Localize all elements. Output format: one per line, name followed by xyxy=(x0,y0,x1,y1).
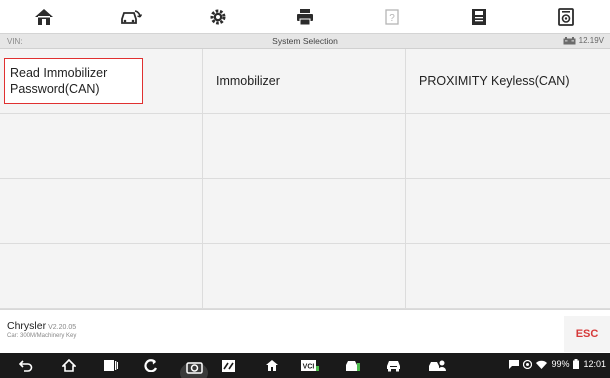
vehicle-swap-icon xyxy=(120,9,142,24)
device-battery-icon xyxy=(573,359,580,369)
remote-expert-button[interactable] xyxy=(428,357,446,374)
vci-status-button[interactable]: VCI xyxy=(301,357,319,374)
empty-cell xyxy=(203,244,406,309)
system-item-label: Immobilizer xyxy=(216,74,280,88)
print-icon xyxy=(296,8,313,25)
system-item-immobilizer[interactable]: Immobilizer xyxy=(203,49,406,114)
recent-apps-icon xyxy=(104,360,118,371)
vci-status-icon: VCI xyxy=(301,360,319,371)
software-version: V2.20.05 xyxy=(48,324,77,331)
esc-button[interactable]: ESC xyxy=(564,316,610,352)
data-logging-icon xyxy=(558,7,575,26)
battery-icon xyxy=(563,36,576,44)
home-shortcut-icon xyxy=(266,360,278,371)
save-icon xyxy=(472,8,487,25)
vehicle-icon xyxy=(387,360,400,371)
vci-button[interactable] xyxy=(222,357,235,374)
empty-cell xyxy=(406,244,610,309)
android-nav-bar: VCI 99% 12:01 xyxy=(0,353,610,378)
settings-icon xyxy=(210,9,226,24)
system-item-label: PROXIMITY Keyless(CAN) xyxy=(419,74,570,88)
refresh-icon xyxy=(144,359,158,372)
empty-cell xyxy=(0,244,203,309)
battery-percent: 99% xyxy=(551,359,570,369)
empty-cell xyxy=(0,114,203,179)
refresh-button[interactable] xyxy=(144,357,158,374)
system-status-area: 99% 12:01 xyxy=(509,359,606,369)
help-button[interactable]: ? xyxy=(349,0,436,33)
top-toolbar: ? xyxy=(0,0,610,33)
voltage-value: 12.19V xyxy=(578,36,604,45)
empty-cell xyxy=(406,114,610,179)
vehicle-swap-button[interactable] xyxy=(87,0,174,33)
back-button[interactable] xyxy=(19,357,33,374)
quick-access-button[interactable] xyxy=(345,357,361,374)
system-item-label: Read Immobilizer Password(CAN) xyxy=(10,66,108,96)
message-icon xyxy=(509,359,520,369)
vci-icon xyxy=(222,359,235,372)
camera-icon xyxy=(180,362,208,378)
home-shortcut-button[interactable] xyxy=(265,357,279,374)
vehicle-button[interactable] xyxy=(386,357,401,374)
save-button[interactable] xyxy=(436,0,523,33)
home-nav-icon xyxy=(62,359,76,372)
wifi-icon xyxy=(536,360,548,369)
help-icon: ? xyxy=(385,8,399,25)
home-icon xyxy=(34,8,53,25)
print-button[interactable] xyxy=(261,0,348,33)
quick-access-icon xyxy=(346,361,360,371)
home-button[interactable] xyxy=(0,0,87,33)
remote-expert-icon xyxy=(429,360,446,371)
system-grid: Read Immobilizer Password(CAN) Immobiliz… xyxy=(0,49,610,309)
empty-cell xyxy=(0,179,203,244)
settings-button[interactable] xyxy=(174,0,261,33)
empty-cell xyxy=(406,179,610,244)
screenshot-button[interactable] xyxy=(180,353,208,378)
vehicle-make: Chrysler V2.20.05 xyxy=(7,320,76,332)
empty-cell xyxy=(203,179,406,244)
svg-text:?: ? xyxy=(389,13,395,24)
system-item-read-immobilizer-password[interactable]: Read Immobilizer Password(CAN) xyxy=(0,49,203,114)
battery-voltage: 12.19V xyxy=(563,36,604,45)
data-logging-button[interactable] xyxy=(523,0,610,33)
vehicle-info-footer: Chrysler V2.20.05 Car: 300M/Machinery Key… xyxy=(0,309,610,353)
empty-cell xyxy=(203,114,406,179)
clock: 12:01 xyxy=(583,359,606,369)
svg-text:VCI: VCI xyxy=(303,364,315,371)
make-label: Chrysler xyxy=(7,320,47,332)
home-nav-button[interactable] xyxy=(62,357,76,374)
system-item-proximity-keyless[interactable]: PROXIMITY Keyless(CAN) xyxy=(406,49,610,114)
back-icon xyxy=(19,359,33,372)
recent-apps-button[interactable] xyxy=(104,357,118,374)
location-icon xyxy=(523,359,533,369)
status-bar: VIN: System Selection 12.19V xyxy=(0,33,610,49)
page-title: System Selection xyxy=(272,36,338,46)
vehicle-model: Car: 300M/Machinery Key xyxy=(7,333,77,339)
